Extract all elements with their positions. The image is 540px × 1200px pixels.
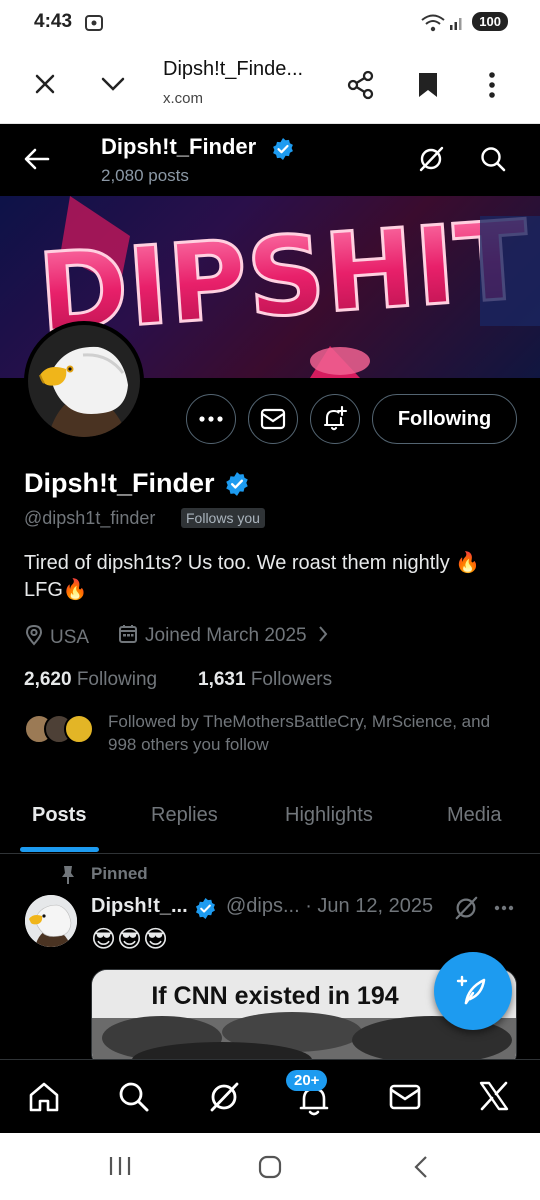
followers-count: 1,631 [198, 669, 246, 690]
feather-plus-icon [456, 975, 486, 1005]
wifi-icon [420, 12, 446, 34]
followers-label: Followers [250, 669, 333, 690]
grok-icon[interactable] [417, 145, 445, 173]
more-horizontal-icon [199, 416, 223, 422]
following-count-link[interactable]: 2,620 Following [24, 669, 157, 691]
notifications-badge: 20+ [286, 1070, 328, 1091]
chevron-down-icon[interactable] [100, 75, 126, 93]
recent-apps-icon[interactable] [108, 1155, 132, 1177]
profile-avatar[interactable] [24, 321, 144, 441]
search-icon[interactable] [117, 1080, 151, 1114]
post-text: 😎😎😎 [91, 926, 170, 953]
following-button[interactable]: Following [372, 394, 517, 444]
header-name: Dipsh!t_Finder [101, 134, 257, 159]
location-pin-icon [24, 624, 44, 646]
tab-highlights[interactable]: Highlights [285, 804, 373, 827]
post-handle-date: @dips... · Jun 12, 2025 [226, 895, 434, 917]
follows-you-badge: Follows you [181, 508, 265, 528]
following-count: 2,620 [24, 669, 72, 690]
mutual-followers-avatars[interactable] [24, 714, 94, 744]
location-text: USA [50, 627, 90, 648]
display-name: Dipsh!t_Finder [24, 468, 215, 498]
share-icon[interactable] [346, 70, 376, 100]
x-logo-icon[interactable] [478, 1080, 510, 1112]
avatar [64, 714, 94, 744]
tab-posts[interactable]: Posts [32, 804, 86, 827]
grok-icon[interactable] [207, 1080, 241, 1114]
screenshot-icon [84, 13, 104, 33]
more-vertical-icon[interactable] [488, 71, 496, 99]
more-horizontal-icon[interactable] [494, 905, 514, 911]
page-title: Dipsh!t_Finde... [163, 58, 304, 80]
signal-icon [449, 13, 465, 31]
browser-toolbar: Dipsh!t_Finde... x.com [0, 46, 540, 124]
android-navigation-bar [0, 1133, 540, 1200]
bio-line: LFG🔥 [24, 579, 88, 601]
messages-icon[interactable] [388, 1082, 422, 1112]
compose-post-button[interactable] [434, 952, 512, 1030]
status-bar: 4:43 100 [0, 0, 540, 46]
notify-button[interactable] [310, 394, 360, 444]
calendar-icon [118, 624, 138, 644]
location: USA [24, 624, 89, 649]
back-arrow-icon[interactable] [24, 148, 50, 170]
bio-line: Tired of dipsh1ts? Us too. We roast them… [24, 552, 481, 574]
tab-media[interactable]: Media [447, 804, 501, 827]
more-options-button[interactable] [186, 394, 236, 444]
back-icon[interactable] [412, 1155, 430, 1179]
profile-page: Dipsh!t_Finder 2,080 posts DIPSHIT Follo… [0, 124, 540, 1059]
bottom-navigation: 20+ [0, 1059, 540, 1133]
followed-by-text[interactable]: Followed by TheMothersBattleCry, MrScien… [108, 710, 518, 756]
bell-plus-icon [323, 406, 348, 431]
search-icon[interactable] [479, 145, 507, 173]
bookmark-icon[interactable] [417, 71, 439, 99]
battery-indicator: 100 [472, 12, 508, 31]
status-time: 4:43 [34, 11, 73, 32]
grok-icon[interactable] [453, 895, 479, 921]
active-tab-indicator [20, 847, 99, 852]
mail-icon [260, 408, 286, 430]
verified-badge-icon[interactable] [224, 471, 250, 497]
pinned-label: Pinned [91, 864, 148, 883]
user-handle: @dipsh1t_finder [24, 508, 156, 528]
followers-count-link[interactable]: 1,631 Followers [198, 669, 332, 691]
profile-tabs: Posts Replies Highlights Media [0, 794, 540, 854]
post-author-name[interactable]: Dipsh!t_... [91, 895, 188, 918]
chevron-right-icon [318, 625, 328, 643]
post-author-avatar[interactable] [25, 895, 77, 947]
verified-badge-icon [194, 897, 217, 920]
home-icon[interactable] [27, 1080, 61, 1114]
join-date-text: Joined March 2025 [145, 625, 307, 646]
profile-bio: Tired of dipsh1ts? Us too. We roast them… [24, 550, 524, 604]
pin-icon [61, 865, 75, 885]
following-label: Following [76, 669, 158, 690]
header-post-count: 2,080 posts [101, 166, 189, 185]
close-icon[interactable] [33, 72, 57, 96]
home-button-icon[interactable] [258, 1155, 282, 1179]
message-button[interactable] [248, 394, 298, 444]
join-date[interactable]: Joined March 2025 [118, 624, 328, 647]
tab-replies[interactable]: Replies [151, 804, 218, 827]
page-url: x.com [163, 90, 204, 107]
verified-badge-icon [271, 137, 295, 161]
